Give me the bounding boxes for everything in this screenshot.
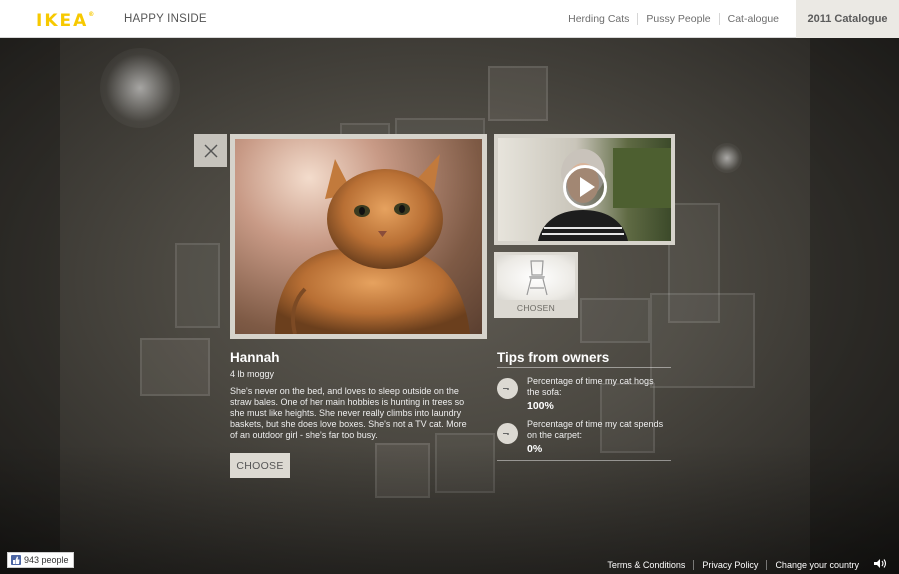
thumbs-up-icon xyxy=(11,555,21,565)
tips-divider xyxy=(497,367,671,368)
chosen-label: CHOSEN xyxy=(516,303,556,313)
background-frame xyxy=(488,66,548,121)
cat-name: Hannah xyxy=(230,350,280,365)
terms-link[interactable]: Terms & Conditions xyxy=(599,560,693,570)
choose-button[interactable]: CHOOSE xyxy=(230,453,290,478)
close-icon xyxy=(204,144,217,157)
chair-icon xyxy=(526,260,548,296)
play-button[interactable] xyxy=(563,165,607,209)
nav-cat-alogue[interactable]: Cat-alogue xyxy=(718,13,787,25)
speaker-icon[interactable] xyxy=(873,556,887,574)
chosen-item-card[interactable]: CHOSEN xyxy=(494,252,578,318)
nav-pussy-people[interactable]: Pussy People xyxy=(637,13,718,25)
tips-title: Tips from owners xyxy=(497,350,610,365)
ikea-logo[interactable]: IKEA® xyxy=(36,11,94,31)
chair-thumbnail xyxy=(497,255,575,300)
main-nav: Herding Cats Pussy People Cat-alogue xyxy=(560,0,787,38)
close-button[interactable] xyxy=(194,134,227,167)
top-header: IKEA® HAPPY INSIDE Herding Cats Pussy Pe… xyxy=(0,0,899,38)
like-count: 943 people xyxy=(24,555,69,565)
tip-text: Percentage of time my cat spends on the … xyxy=(527,419,664,440)
play-icon xyxy=(580,177,595,197)
cat-description: She's never on the bed, and loves to sle… xyxy=(230,386,467,440)
gauge-icon xyxy=(497,423,518,444)
background-frame xyxy=(650,293,755,388)
change-country-link[interactable]: Change your country xyxy=(766,560,867,570)
background-lamp xyxy=(100,48,180,128)
cat-photo-frame xyxy=(230,134,487,339)
cat-weight-breed: 4 lb moggy xyxy=(230,369,275,379)
background-frame xyxy=(140,338,210,396)
cat-photo xyxy=(235,139,482,334)
tip-text: Percentage of time my cat hogs the sofa: xyxy=(527,376,654,397)
privacy-link[interactable]: Privacy Policy xyxy=(693,560,766,570)
tip-value: 0% xyxy=(527,443,543,455)
tagline: HAPPY INSIDE xyxy=(124,13,207,25)
cat-illustration xyxy=(275,154,470,334)
footer-links: Terms & Conditions Privacy Policy Change… xyxy=(599,556,887,574)
background-frame xyxy=(580,298,650,343)
owner-video-still xyxy=(498,138,671,241)
tip-value: 100% xyxy=(527,400,554,412)
background-lamp xyxy=(712,143,742,173)
gauge-icon xyxy=(497,378,518,399)
tips-divider xyxy=(497,460,671,461)
nav-herding-cats[interactable]: Herding Cats xyxy=(560,13,637,25)
catalogue-button[interactable]: 2011 Catalogue xyxy=(796,0,899,38)
background-frame xyxy=(175,243,220,328)
background-floor xyxy=(0,444,899,574)
facebook-like-box[interactable]: 943 people xyxy=(7,552,74,568)
owner-video-thumbnail[interactable] xyxy=(494,134,675,245)
